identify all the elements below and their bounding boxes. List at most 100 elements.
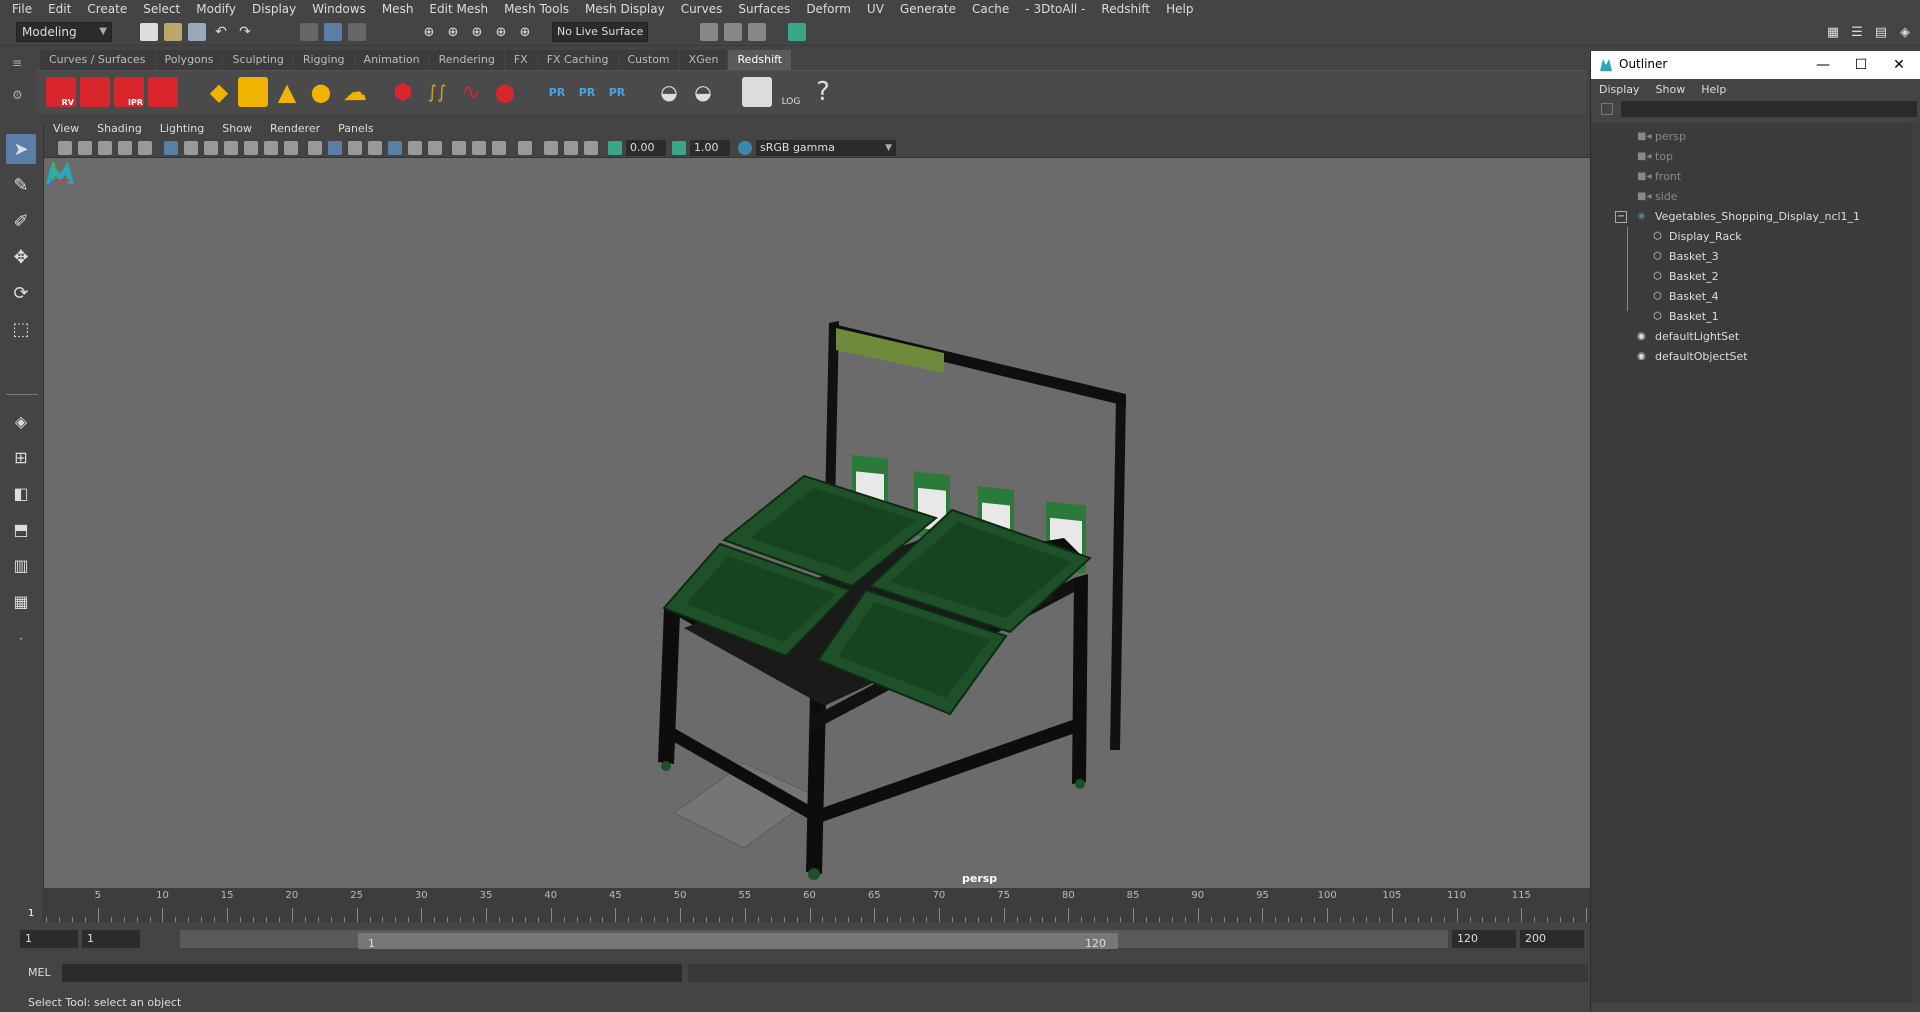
tool-settings-icon[interactable]: ▤: [1872, 23, 1890, 41]
time-ruler[interactable]: 5 10 15 20 25 30 35 40 45 50 55 60 65 70 75 80 85 90 95 100…: [42, 888, 1590, 922]
menu-display[interactable]: Display: [244, 0, 304, 18]
snap-live-icon[interactable]: ⊕: [516, 23, 534, 41]
exposure-toggle-icon[interactable]: [608, 141, 622, 155]
menu-help[interactable]: Help: [1158, 0, 1201, 18]
camera-bookmark-icon[interactable]: [78, 141, 92, 155]
select-object-icon[interactable]: [324, 23, 342, 41]
four-pane-layout-icon[interactable]: ⊞: [6, 442, 36, 472]
render-frame-icon[interactable]: [700, 23, 718, 41]
new-scene-icon[interactable]: [140, 23, 158, 41]
shelf-handle[interactable]: ≡ ⚙: [0, 50, 36, 114]
redshift-curve-icon[interactable]: ∿: [456, 77, 486, 107]
xray-icon[interactable]: [544, 141, 558, 155]
menu-3dtoall[interactable]: - 3DtoAll -: [1017, 0, 1093, 18]
minimize-icon[interactable]: —: [1811, 55, 1835, 75]
use-all-lights-icon[interactable]: [388, 141, 402, 155]
redshift-pr-swap-icon[interactable]: PR: [602, 77, 632, 107]
outliner-menu-display[interactable]: Display: [1599, 83, 1648, 96]
gamma-toggle-icon[interactable]: [672, 141, 686, 155]
redshift-pr-import-icon[interactable]: PR: [572, 77, 602, 107]
menu-cache[interactable]: Cache: [964, 0, 1017, 18]
menu-file[interactable]: File: [4, 0, 40, 18]
redshift-render-view-icon[interactable]: RV: [46, 77, 76, 107]
panel-menu-panels[interactable]: Panels: [329, 122, 382, 135]
redshift-proxy-icon[interactable]: ⬢: [388, 77, 418, 107]
outliner-scrollbar[interactable]: [1911, 123, 1920, 1003]
wireframe-icon[interactable]: [308, 141, 322, 155]
outliner-item-basket-2[interactable]: ⬡ Basket_2: [1591, 267, 1911, 287]
range-thumb[interactable]: 1 120: [358, 933, 1118, 950]
menu-mesh-tools[interactable]: Mesh Tools: [496, 0, 577, 18]
tab-fx-caching[interactable]: FX Caching: [537, 50, 618, 70]
menu-mesh[interactable]: Mesh: [374, 0, 422, 18]
menu-redshift[interactable]: Redshift: [1093, 0, 1158, 18]
gear-icon[interactable]: ⚙: [12, 88, 23, 102]
attribute-editor-icon[interactable]: ☰: [1848, 23, 1866, 41]
outliner-item-persp[interactable]: ■◂ persp: [1591, 127, 1911, 147]
camera-attributes-icon[interactable]: [58, 141, 72, 155]
menu-select[interactable]: Select: [135, 0, 188, 18]
snap-point-icon[interactable]: ⊕: [468, 23, 486, 41]
lasso-tool-icon[interactable]: ✎: [6, 170, 36, 200]
tab-curves-surfaces[interactable]: Curves / Surfaces: [40, 50, 155, 70]
outliner-titlebar[interactable]: Outliner — ☐ ✕: [1591, 51, 1920, 79]
redshift-spot-light-icon[interactable]: ▲: [272, 77, 302, 107]
select-component-icon[interactable]: [348, 23, 366, 41]
undo-icon[interactable]: ↶: [212, 23, 230, 41]
outliner-item-top[interactable]: ■◂ top: [1591, 147, 1911, 167]
film-gate-icon[interactable]: [184, 141, 198, 155]
panel-menu-view[interactable]: View: [44, 122, 88, 135]
redshift-ipr-icon[interactable]: IPR: [114, 77, 144, 107]
two-pane-side-layout-icon[interactable]: ◧: [6, 478, 36, 508]
tab-redshift[interactable]: Redshift: [728, 50, 792, 70]
tab-rigging[interactable]: Rigging: [293, 50, 354, 70]
two-pane-stacked-layout-icon[interactable]: ⬒: [6, 514, 36, 544]
redshift-log-icon[interactable]: LOG: [776, 77, 806, 107]
outliner-search-input[interactable]: [1621, 101, 1917, 117]
wireframe-on-shaded-icon[interactable]: [348, 141, 362, 155]
image-plane-icon[interactable]: [98, 141, 112, 155]
animation-end-field[interactable]: 200: [1520, 930, 1584, 948]
tab-xgen[interactable]: XGen: [679, 50, 728, 70]
view-transform-select[interactable]: sRGB gamma ▼: [756, 140, 896, 156]
playback-start-field[interactable]: 1: [82, 930, 140, 948]
menu-set-selector[interactable]: Modeling ▼: [16, 22, 112, 42]
select-hierarchy-icon[interactable]: [300, 23, 318, 41]
perspective-viewport[interactable]: persp: [44, 158, 1590, 888]
panel-menu-show[interactable]: Show: [213, 122, 261, 135]
redshift-portal-light-icon[interactable]: [238, 77, 268, 107]
scale-tool-icon[interactable]: ⬚: [6, 314, 36, 344]
snap-view-plane-icon[interactable]: ⊕: [492, 23, 510, 41]
safe-action-icon[interactable]: [264, 141, 278, 155]
xray-joints-icon[interactable]: [564, 141, 578, 155]
outliner-item-side[interactable]: ■◂ side: [1591, 187, 1911, 207]
ipr-render-icon[interactable]: [724, 23, 742, 41]
redshift-dome-light-icon[interactable]: ●: [306, 77, 336, 107]
menu-curves[interactable]: Curves: [673, 0, 731, 18]
snap-grid-icon[interactable]: ⊕: [420, 23, 438, 41]
playback-end-field[interactable]: 120: [1452, 930, 1516, 948]
outliner-item-basket-1[interactable]: ⬡ Basket_1: [1591, 307, 1911, 327]
menu-surfaces[interactable]: Surfaces: [730, 0, 798, 18]
outliner-item-basket-3[interactable]: ⬡ Basket_3: [1591, 247, 1911, 267]
single-pane-layout-icon[interactable]: ◈: [6, 406, 36, 436]
open-scene-icon[interactable]: [164, 23, 182, 41]
hypershade-icon[interactable]: [788, 23, 806, 41]
safe-title-icon[interactable]: [284, 141, 298, 155]
live-surface-field[interactable]: No Live Surface: [552, 22, 648, 42]
tab-rendering[interactable]: Rendering: [429, 50, 504, 70]
time-slider[interactable]: 5 10 15 20 25 30 35 40 45 50 55 60 65 70 75 80 85 90 95 100…: [16, 888, 1590, 922]
depth-of-field-icon[interactable]: [492, 141, 506, 155]
textured-icon[interactable]: [368, 141, 382, 155]
panel-menu-shading[interactable]: Shading: [88, 122, 151, 135]
screen-space-ao-icon[interactable]: [428, 141, 442, 155]
paint-select-tool-icon[interactable]: ✐: [6, 206, 36, 236]
select-tool-icon[interactable]: ➤: [6, 134, 36, 164]
redshift-material-icon[interactable]: ◒: [654, 77, 684, 107]
script-language-toggle[interactable]: MEL: [28, 966, 51, 979]
redshift-shader-icon[interactable]: ◒: [688, 77, 718, 107]
redo-icon[interactable]: ↷: [236, 23, 254, 41]
exposure-field[interactable]: 0.00: [626, 140, 666, 156]
move-tool-icon[interactable]: ✥: [6, 242, 36, 272]
tab-polygons[interactable]: Polygons: [155, 50, 223, 70]
